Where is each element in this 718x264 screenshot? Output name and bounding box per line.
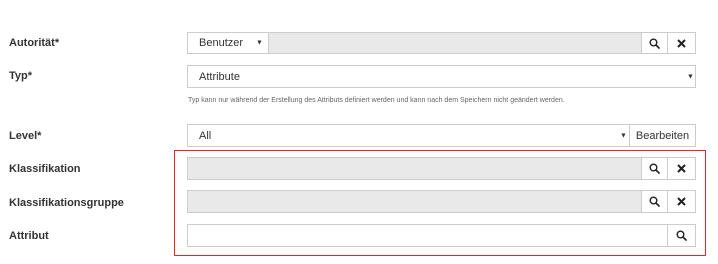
typ-select-value: Attribute (199, 70, 240, 83)
chevron-down-icon: ▼ (620, 132, 627, 139)
level-edit-label: Bearbeiten (635, 129, 690, 142)
klassifikationsgruppe-label: Klassifikationsgruppe (9, 197, 124, 209)
attribut-label: Attribut (9, 230, 49, 242)
typ-label: Typ* (9, 70, 33, 82)
autoritaet-select-value: Benutzer (199, 37, 244, 49)
typ-select[interactable]: Attribute ▼ (187, 65, 696, 88)
chevron-down-icon: ▼ (256, 39, 263, 47)
autoritaet-clear-button[interactable] (667, 32, 696, 54)
typ-help-text: Typ kann nur während der Erstellung des … (188, 97, 565, 104)
close-icon (677, 38, 686, 48)
autoritaet-label: Autorität* (9, 37, 60, 49)
chevron-down-icon: ▼ (687, 73, 694, 80)
level-select[interactable]: All ▼ (187, 124, 630, 147)
search-icon (649, 38, 660, 49)
autoritaet-value-field[interactable] (268, 32, 642, 54)
highlight-frame (174, 150, 706, 256)
level-edit-button[interactable]: Bearbeiten (629, 124, 696, 147)
autoritaet-search-button[interactable] (641, 32, 668, 54)
klassifikation-label: Klassifikation (9, 163, 81, 175)
level-label: Level* (9, 130, 42, 142)
level-select-value: All (199, 129, 212, 142)
autoritaet-select[interactable]: Benutzer ▼ (187, 32, 269, 54)
